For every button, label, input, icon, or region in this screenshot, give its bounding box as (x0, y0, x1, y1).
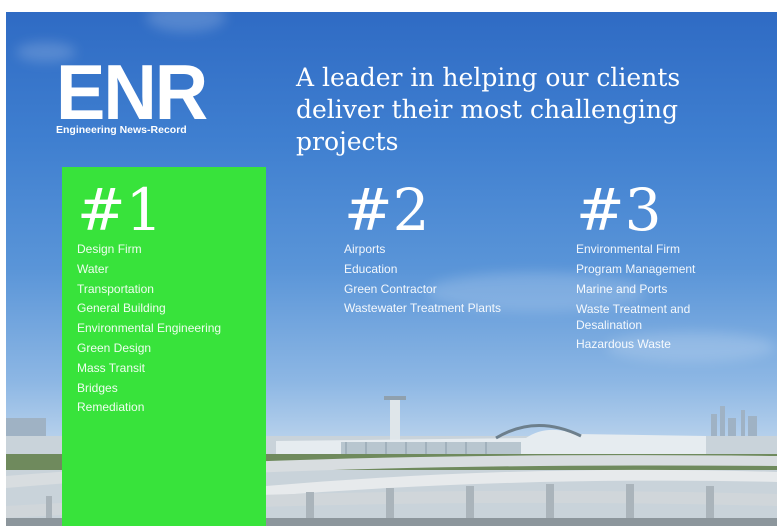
rank-label: #1 (77, 176, 163, 244)
ranking-item: Green Design (77, 340, 152, 355)
cloud (146, 12, 226, 32)
ranking-item: Remediation (77, 400, 145, 415)
ranking-column-3: #3 Environmental Firm Program Management… (576, 180, 746, 355)
headline: A leader in helping our clients deliver … (296, 63, 681, 156)
ranking-item: Wastewater Treatment Plants (344, 301, 501, 316)
ranking-item: Program Management (576, 261, 696, 276)
ranking-item: Marine and Ports (576, 281, 668, 296)
rank-label: #3 (576, 176, 662, 244)
ranking-list: Environmental Firm Program Management Ma… (576, 240, 746, 355)
ranking-item: General Building (77, 301, 166, 316)
ranking-list: Airports Education Green Contractor Wast… (344, 240, 544, 319)
ranking-item: Waste Treatment and Desalination (576, 302, 691, 333)
ranking-item: Education (344, 261, 398, 276)
ranking-item: Bridges (77, 380, 118, 395)
ranking-list: Design Firm Water Transportation General… (77, 240, 255, 418)
ranking-item: Hazardous Waste (576, 337, 671, 352)
ranking-item: Environmental Engineering (77, 321, 222, 336)
ranking-column-2: #2 Airports Education Green Contractor W… (344, 180, 544, 319)
logo-wordmark: ENR (56, 48, 208, 136)
ranking-item: Mass Transit (77, 360, 146, 375)
ranking-item: Transportation (77, 281, 154, 296)
enr-logo: ENR Engineering News-Record (56, 48, 208, 136)
ranking-item: Airports (344, 242, 386, 256)
ranking-item: Environmental Firm (576, 242, 681, 256)
ranking-item: Green Contractor (344, 281, 437, 296)
ranking-column-1: #1 Design Firm Water Transportation Gene… (77, 180, 255, 418)
rank-label: #2 (344, 176, 430, 244)
ranking-item: Design Firm (77, 242, 142, 256)
ranking-item: Water (77, 261, 109, 276)
